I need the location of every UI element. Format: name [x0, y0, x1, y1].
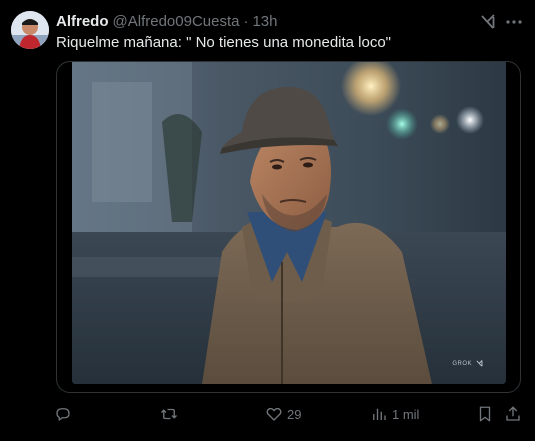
retweet-button[interactable]	[160, 402, 182, 426]
tweet-header: Alfredo @Alfredo09Cuesta · 13h	[56, 12, 278, 32]
like-button[interactable]: 29	[265, 402, 301, 426]
reply-button[interactable]	[54, 402, 76, 426]
views-button[interactable]: 1 mil	[370, 402, 419, 426]
tweet: Alfredo @Alfredo09Cuesta · 13h Riquelme …	[0, 0, 535, 441]
author-display-name[interactable]: Alfredo	[56, 12, 109, 32]
tweet-photo[interactable]: GROK	[72, 62, 506, 384]
grok-icon[interactable]	[478, 12, 498, 32]
header-separator: ·	[243, 13, 249, 30]
retweet-icon	[161, 408, 177, 420]
photo-image	[72, 62, 506, 384]
avatar[interactable]	[11, 11, 49, 49]
views-count: 1 mil	[392, 406, 420, 422]
action-bar: 29 1 mil	[0, 402, 535, 426]
heart-icon	[266, 407, 282, 421]
author-handle[interactable]: @Alfredo09Cuesta	[113, 12, 240, 32]
bookmark-button[interactable]	[476, 402, 494, 426]
grok-logo-icon	[476, 359, 483, 367]
grok-watermark-text: GROK	[452, 360, 472, 367]
bookmark-icon	[479, 406, 491, 422]
avatar-image	[11, 11, 49, 49]
views-icon	[373, 408, 386, 420]
more-icon[interactable]	[504, 12, 524, 32]
like-count: 29	[287, 406, 302, 422]
share-icon	[506, 406, 520, 421]
reply-icon	[56, 408, 70, 421]
tweet-timestamp[interactable]: 13h	[252, 12, 277, 32]
tweet-text: Riquelme mañana: " No tienes una monedit…	[56, 34, 392, 51]
grok-watermark: GROK	[452, 359, 484, 368]
media-container[interactable]: GROK	[56, 61, 521, 393]
share-button[interactable]	[504, 402, 522, 426]
